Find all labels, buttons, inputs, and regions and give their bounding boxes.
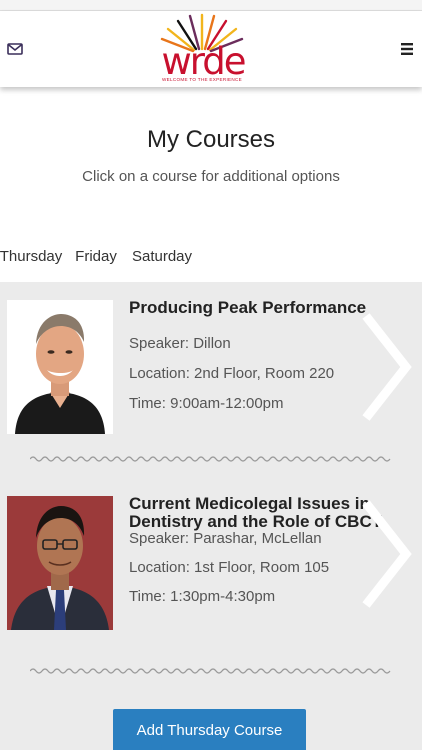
tab-friday[interactable]: Friday [66,231,126,282]
course-speaker: Speaker: Dillon [129,335,231,352]
wavy-divider [30,456,391,462]
course-item[interactable]: Current Medicolegal Issues in Dentistry … [0,472,422,694]
app-header: wrde WELCOME TO THE EXPERIENCE [0,11,422,87]
course-time: Time: 9:00am-12:00pm [129,395,284,412]
wavy-divider [30,668,391,674]
envelope-icon[interactable] [6,40,24,58]
hamburger-menu-icon[interactable] [400,42,414,56]
course-location: Location: 2nd Floor, Room 220 [129,365,335,382]
chevron-right-icon[interactable] [360,499,412,609]
app-screen: wrde WELCOME TO THE EXPERIENCE My Course… [0,0,422,750]
speaker-photo [7,300,113,434]
course-speaker: Speaker: Parashar, McLellan [129,530,322,547]
course-location: Location: 1st Floor, Room 105 [129,559,330,576]
course-list: Producing Peak Performance Speaker: Dill… [0,282,422,750]
logo-wordmark: wrde [161,40,246,83]
tab-thursday[interactable]: Thursday [0,231,66,282]
add-course-button[interactable]: Add Thursday Course [113,709,306,750]
page-subtitle: Click on a course for additional options [82,168,340,185]
brand-logo: wrde WELCOME TO THE EXPERIENCE [150,11,254,87]
day-tabs: Thursday Friday Saturday [0,231,422,282]
chevron-right-icon[interactable] [360,312,412,422]
status-strip [0,0,422,11]
page-title: My Courses [146,126,276,153]
logo-tagline: WELCOME TO THE EXPERIENCE [162,77,242,82]
course-time: Time: 1:30pm-4:30pm [129,588,276,605]
speaker-photo [7,496,113,630]
tab-saturday[interactable]: Saturday [126,231,198,282]
course-item[interactable]: Producing Peak Performance Speaker: Dill… [0,282,422,472]
